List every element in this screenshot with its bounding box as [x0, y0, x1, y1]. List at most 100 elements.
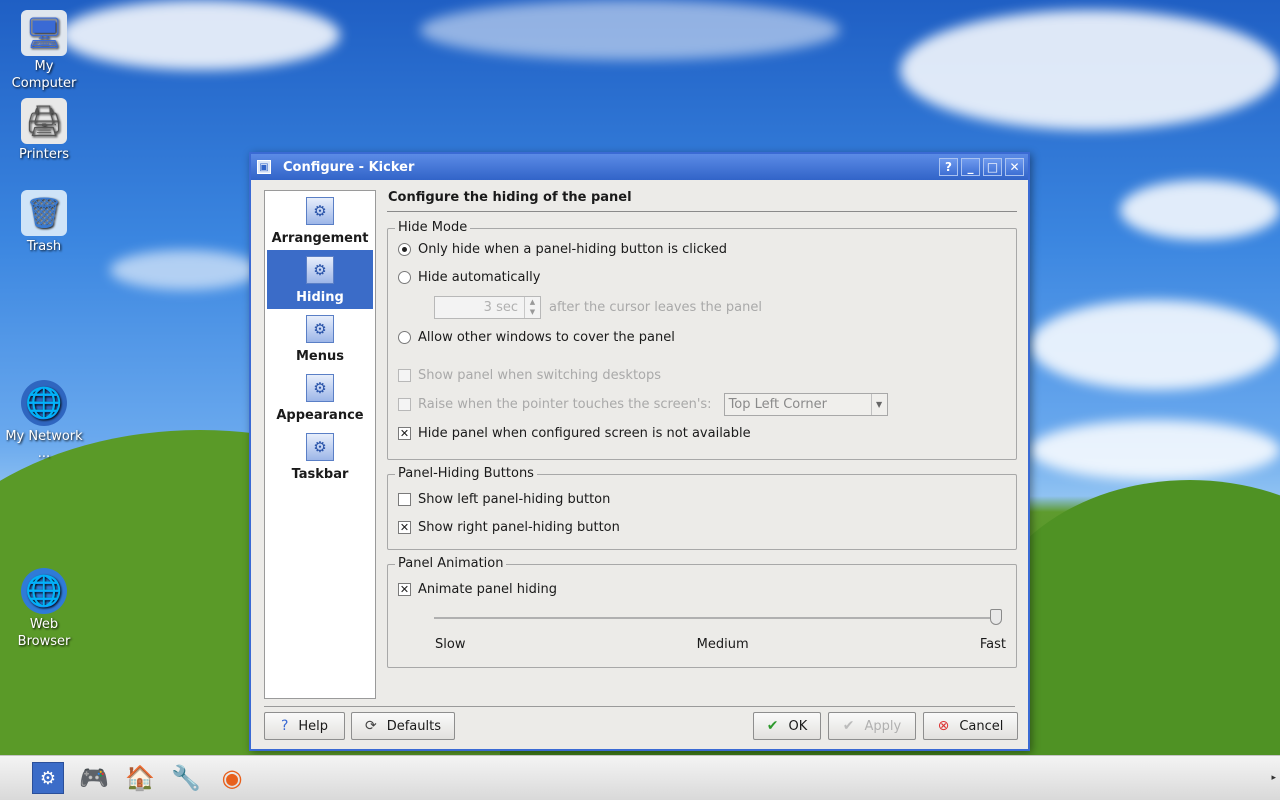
slider-label-slow: Slow	[435, 637, 466, 652]
ok-button-label: OK	[788, 718, 808, 734]
radio-hide-automatically[interactable]: Hide automatically	[398, 263, 1006, 291]
sidebar-item-arrangement[interactable]: ⚙ Arrangement	[265, 191, 375, 250]
ok-button[interactable]: ✔ OK	[753, 712, 821, 740]
desktop-icon-label: My Computer	[11, 59, 77, 91]
sidebar-item-label: Arrangement	[271, 231, 369, 246]
printer-icon: 🖨	[21, 98, 67, 144]
radio-only-hide[interactable]: Only hide when a panel-hiding button is …	[398, 235, 1006, 263]
checkbox-label: Show right panel-hiding button	[418, 519, 620, 535]
kicker-settings-icon: ⚙	[306, 256, 334, 284]
kicker-settings-icon: ⚙	[306, 433, 334, 461]
radio-allow-cover[interactable]: Allow other windows to cover the panel	[398, 323, 1006, 351]
cancel-button[interactable]: ⊗ Cancel	[923, 712, 1018, 740]
computer-icon: 🖥	[21, 10, 67, 56]
checkmark-icon: ✔	[766, 718, 779, 734]
radio-label: Hide automatically	[418, 269, 541, 285]
checkbox-label: Hide panel when configured screen is not…	[418, 425, 751, 441]
sidebar-item-appearance[interactable]: ⚙ Appearance	[265, 368, 375, 427]
checkbox-show-when-switching[interactable]: Show panel when switching desktops	[398, 361, 1006, 389]
checkbox[interactable]: ✕	[398, 426, 411, 440]
checkbox-hide-when-unavailable[interactable]: ✕ Hide panel when configured screen is n…	[398, 419, 1006, 447]
sidebar-item-hiding[interactable]: ⚙ Hiding	[267, 250, 373, 309]
slider-label-medium: Medium	[696, 637, 749, 652]
radio-button[interactable]	[398, 330, 411, 344]
page-title: Configure the hiding of the panel	[387, 190, 1017, 212]
firefox-icon[interactable]: ◉	[216, 762, 248, 794]
checkbox-raise-when-pointer[interactable]: Raise when the pointer touches the scree…	[398, 389, 1006, 419]
radio-button[interactable]	[398, 270, 411, 284]
panel-animation-group: Panel Animation ✕ Animate panel hiding S…	[387, 556, 1017, 668]
panel-hiding-buttons-legend: Panel-Hiding Buttons	[395, 466, 537, 481]
kicker-settings-icon: ⚙	[306, 315, 334, 343]
defaults-button[interactable]: ⟳ Defaults	[351, 712, 455, 740]
screen-corner-select[interactable]: Top Left Corner ▼	[723, 392, 888, 416]
checkbox[interactable]: ✕	[398, 582, 411, 596]
hide-delay-spinbox[interactable]: 3 sec ▲ ▼	[434, 295, 541, 319]
minimize-button[interactable]: _	[961, 158, 980, 176]
home-icon[interactable]: 🏠	[124, 762, 156, 794]
slider-handle[interactable]	[990, 609, 1002, 625]
checkbox[interactable]	[398, 492, 411, 506]
slider-label-fast: Fast	[979, 637, 1006, 652]
checkbox[interactable]	[398, 397, 411, 411]
checkbox-show-left-button[interactable]: Show left panel-hiding button	[398, 485, 1006, 513]
radio-label: Only hide when a panel-hiding button is …	[418, 241, 727, 257]
checkbox-show-right-button[interactable]: ✕ Show right panel-hiding button	[398, 513, 1006, 541]
refresh-icon: ⟳	[364, 718, 377, 734]
desktop-icon-my-computer[interactable]: 🖥 My Computer	[2, 10, 86, 92]
desktop-icon-my-network[interactable]: 🌐 My Network ...	[2, 380, 86, 462]
taskbar: ⚙ 🎮 🏠 🔧 ◉ ▸	[0, 755, 1280, 800]
maximize-button[interactable]: □	[983, 158, 1002, 176]
sidebar-item-label: Hiding	[296, 290, 344, 305]
radio-label: Allow other windows to cover the panel	[418, 329, 675, 345]
sidebar-item-label: Appearance	[276, 408, 364, 423]
kicker-app-icon[interactable]: ▣	[257, 160, 271, 174]
taskbar-scroll-arrow[interactable]: ▸	[1271, 773, 1276, 783]
checkbox-label: Animate panel hiding	[418, 581, 558, 597]
animation-speed-slider[interactable]	[434, 609, 1002, 625]
help-button[interactable]: ? Help	[264, 712, 345, 740]
window-titlebar[interactable]: ▣ Configure - Kicker ? _ □ ✕	[251, 154, 1028, 180]
slider-labels: Slow Medium Fast	[435, 637, 1006, 652]
desktop-icon-label: My Network ...	[5, 429, 83, 461]
chevron-down-icon[interactable]: ▼	[870, 393, 887, 415]
panel-hiding-buttons-group: Panel-Hiding Buttons Show left panel-hid…	[387, 466, 1017, 550]
desktop-icon-web-browser[interactable]: 🌐 Web Browser	[2, 568, 86, 650]
panel-animation-legend: Panel Animation	[395, 556, 507, 571]
apply-button-label: Apply	[864, 718, 902, 734]
desktop-icon-label: Trash	[26, 239, 62, 254]
kmenu-icon[interactable]: ⚙	[32, 762, 64, 794]
sidebar-item-menus[interactable]: ⚙ Menus	[265, 309, 375, 368]
games-icon[interactable]: 🎮	[78, 762, 110, 794]
desktop-icon-label: Printers	[18, 147, 70, 162]
trash-icon: 🗑	[21, 190, 67, 236]
cancel-button-label: Cancel	[959, 718, 1004, 734]
network-globe-icon: 🌐	[21, 380, 67, 426]
desktop-icon-label: Web Browser	[17, 617, 71, 649]
help-icon: ?	[280, 718, 289, 734]
radio-button[interactable]	[398, 242, 411, 256]
settings-wrench-icon[interactable]: 🔧	[170, 762, 202, 794]
footer-separator	[264, 706, 1015, 707]
checkbox-label: Show left panel-hiding button	[418, 491, 611, 507]
settings-content: Configure the hiding of the panel Hide M…	[387, 190, 1017, 668]
help-title-button[interactable]: ?	[939, 158, 958, 176]
configure-kicker-window: ▣ Configure - Kicker ? _ □ ✕ ⚙ Arrangeme…	[249, 152, 1030, 751]
sidebar-item-taskbar[interactable]: ⚙ Taskbar	[265, 427, 375, 486]
checkbox[interactable]: ✕	[398, 520, 411, 534]
defaults-button-label: Defaults	[386, 718, 441, 734]
hide-delay-suffix: after the cursor leaves the panel	[549, 299, 762, 315]
help-button-label: Help	[298, 718, 329, 734]
cancel-icon: ⊗	[937, 718, 950, 734]
desktop-icon-trash[interactable]: 🗑 Trash	[2, 190, 86, 255]
window-title: Configure - Kicker	[283, 159, 415, 175]
checkbox-label: Show panel when switching desktops	[418, 367, 662, 383]
checkbox[interactable]	[398, 368, 411, 382]
checkmark-icon: ✔	[842, 718, 855, 734]
checkbox-animate-hiding[interactable]: ✕ Animate panel hiding	[398, 575, 1006, 603]
close-button[interactable]: ✕	[1005, 158, 1024, 176]
sidebar-item-label: Taskbar	[291, 467, 349, 482]
spin-arrows-icon[interactable]: ▲ ▼	[524, 296, 540, 318]
apply-button[interactable]: ✔ Apply	[828, 712, 916, 740]
desktop-icon-printers[interactable]: 🖨 Printers	[2, 98, 86, 163]
